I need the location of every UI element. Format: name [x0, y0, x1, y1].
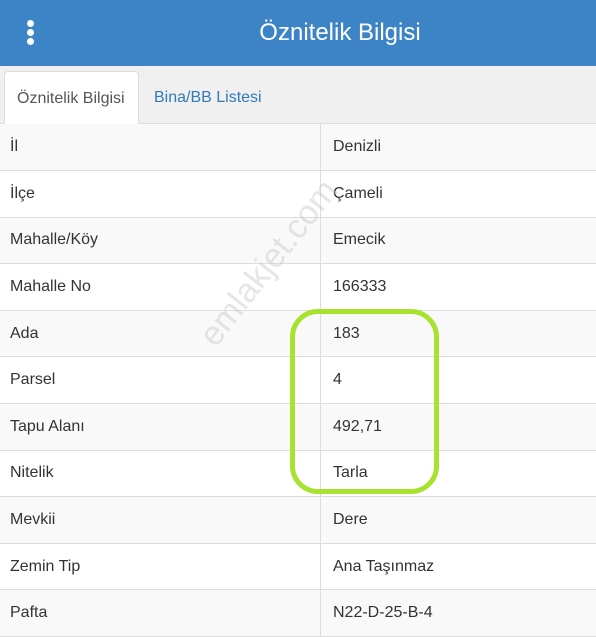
row-value: Tarla: [321, 450, 596, 497]
table-row: Tapu Alanı 492,71: [0, 404, 596, 451]
row-value: 492,71: [321, 404, 596, 451]
table-row: Mahalle No 166333: [0, 264, 596, 311]
table-row: İl Denizli: [0, 124, 596, 171]
row-value: N22-D-25-B-4: [321, 590, 596, 637]
row-key: Mahalle No: [0, 264, 321, 311]
attribute-table: İl Denizli İlçe Çameli Mahalle/Köy Emeci…: [0, 124, 596, 637]
tab-bina-bb-listesi[interactable]: Bina/BB Listesi: [142, 71, 274, 124]
row-value: Emecik: [321, 217, 596, 264]
table-row: İlçe Çameli: [0, 171, 596, 218]
table-row: Nitelik Tarla: [0, 450, 596, 497]
row-key: Pafta: [0, 590, 321, 637]
row-key: Ada: [0, 310, 321, 357]
row-value: 4: [321, 357, 596, 404]
table-row: Mahalle/Köy Emecik: [0, 217, 596, 264]
row-key: İl: [0, 124, 321, 171]
row-key: Mevkii: [0, 497, 321, 544]
row-key: İlçe: [0, 171, 321, 218]
row-value: 183: [321, 310, 596, 357]
row-key: Mahalle/Köy: [0, 217, 321, 264]
row-value: Dere: [321, 497, 596, 544]
row-value: 166333: [321, 264, 596, 311]
table-row: Ada 183: [0, 310, 596, 357]
page-title: Öznitelik Bilgisi: [0, 17, 596, 49]
row-value: Ana Taşınmaz: [321, 543, 596, 590]
tab-bar: Öznitelik Bilgisi Bina/BB Listesi: [0, 66, 596, 124]
table-row: Pafta N22-D-25-B-4: [0, 590, 596, 637]
row-key: Zemin Tip: [0, 543, 321, 590]
app-header: Öznitelik Bilgisi: [0, 0, 596, 66]
row-value: Denizli: [321, 124, 596, 171]
row-key: Tapu Alanı: [0, 404, 321, 451]
table-row: Zemin Tip Ana Taşınmaz: [0, 543, 596, 590]
table-row: Parsel 4: [0, 357, 596, 404]
row-key: Nitelik: [0, 450, 321, 497]
row-value: Çameli: [321, 171, 596, 218]
row-key: Parsel: [0, 357, 321, 404]
table-row: Mevkii Dere: [0, 497, 596, 544]
tab-oznitelik-bilgisi[interactable]: Öznitelik Bilgisi: [4, 71, 139, 124]
